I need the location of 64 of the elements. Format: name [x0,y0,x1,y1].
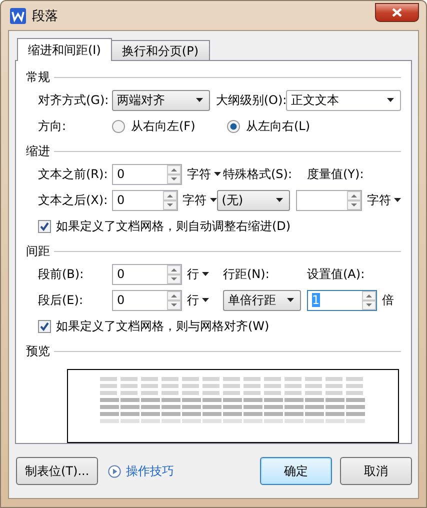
field-label: 文本之后(X): [38,192,109,208]
cancel-button[interactable]: 取消 [340,457,412,485]
caret-icon [394,198,402,202]
section-title: 预览 [26,342,50,360]
spin-arrows-icon[interactable] [362,290,376,310]
checkbox[interactable]: 如果定义了文档网格，则与网格对齐(W) [38,318,270,334]
field-label: 对齐方式(G): [38,92,110,108]
unit-label[interactable]: 行 [187,266,199,282]
close-button[interactable] [375,3,419,22]
spin-field[interactable]: 0 [112,264,182,284]
spin-field[interactable]: 0 [112,190,178,210]
tab[interactable]: 换行和分页(P) [110,40,210,60]
section-title: 常规 [26,68,50,86]
tabs-button[interactable]: 制表位(T)... [16,457,98,485]
spin-arrows-icon[interactable] [162,190,177,210]
checkbox-icon[interactable] [38,220,51,232]
section-title: 缩进 [26,142,50,160]
spin-field[interactable]: 0 [112,164,182,184]
spin-arrows-icon[interactable] [167,290,181,310]
field-label: 段后(E): [38,292,84,308]
caret-icon [210,198,217,202]
field-label: 段前(B): [38,266,85,282]
radio-icon[interactable] [227,120,240,132]
dropdown[interactable]: 正文文本 [286,90,401,110]
radio-button[interactable]: 从左向右(L) [227,118,342,134]
app-logo-icon [10,8,26,24]
spin-arrows-icon[interactable] [167,164,181,184]
field-label: 方向: [38,118,68,134]
caret-icon [214,172,221,176]
unit-label: 倍 [382,292,394,308]
unit-label[interactable]: 字符 [367,192,392,208]
ok-button[interactable]: 确定 [260,457,332,485]
caret-icon [202,298,209,302]
checkbox[interactable]: 如果定义了文档网格，则自动调整右缩进(D) [38,218,291,234]
field-label: 度量值(Y): [307,166,364,182]
unit-label[interactable]: 字符 [182,192,207,208]
field-label: 大纲级别(O): [216,92,286,108]
section-title: 间距 [26,242,50,260]
tab[interactable]: 缩进和间距(I) [17,38,112,61]
field-label: 行距(N): [223,266,270,282]
play-icon [108,464,122,478]
dropdown[interactable]: (无) [216,190,290,210]
spin-field[interactable]: 0 [112,290,182,310]
radio-icon[interactable] [112,120,125,132]
field-label: 特殊格式(S): [223,166,294,182]
caret-icon [196,98,203,102]
unit-label[interactable]: 字符 [187,166,211,182]
caret-icon [202,272,209,276]
caret-icon [287,298,294,302]
caret-icon [276,198,284,202]
field-label: 文本之前(R): [38,166,109,182]
checkbox-icon[interactable] [38,320,51,332]
spin-arrows-icon[interactable] [167,264,181,284]
spin-arrows-icon[interactable] [347,190,362,210]
caret-icon [387,98,394,102]
radio-button[interactable]: 从右向左(F) [112,118,227,134]
close-icon [392,8,402,17]
tips-link[interactable]: 操作技巧 [108,462,174,480]
field-label: 设置值(A): [307,266,365,282]
spin-field[interactable] [296,190,362,210]
dropdown[interactable]: 单倍行距 [223,290,301,310]
unit-label[interactable]: 行 [187,292,199,308]
dropdown[interactable]: 两端对齐 [112,90,210,110]
window-title: 段落 [32,8,58,24]
